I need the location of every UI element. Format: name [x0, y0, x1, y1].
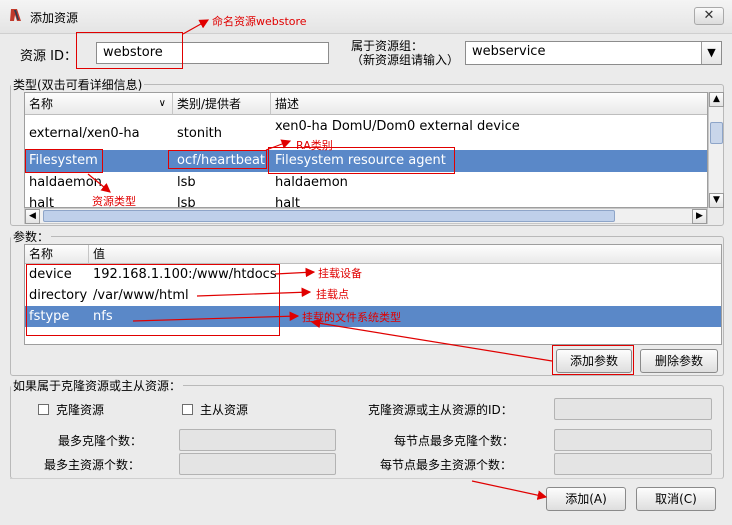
annotation-fs-type: 挂载的文件系统类型 [302, 311, 401, 324]
arrow-ra-class [265, 139, 292, 151]
annotation-mount-point: 挂载点 [316, 288, 349, 301]
annotation-arrows [87, 19, 553, 500]
arrow-name-resource [182, 19, 210, 35]
annotation-ra-class: RA类别 [296, 139, 333, 152]
annotation-resource-type: 资源类型 [92, 195, 136, 208]
arrow-resource-type [87, 173, 111, 193]
annotation-mount-device: 挂载设备 [318, 267, 362, 280]
arrow-add-param [310, 318, 553, 362]
arrow-directory [196, 287, 312, 298]
arrow-device [274, 267, 316, 278]
annotation-name-resource: 命名资源webstore [212, 15, 307, 28]
arrow-fstype [132, 311, 300, 322]
arrow-add-button [471, 480, 548, 500]
